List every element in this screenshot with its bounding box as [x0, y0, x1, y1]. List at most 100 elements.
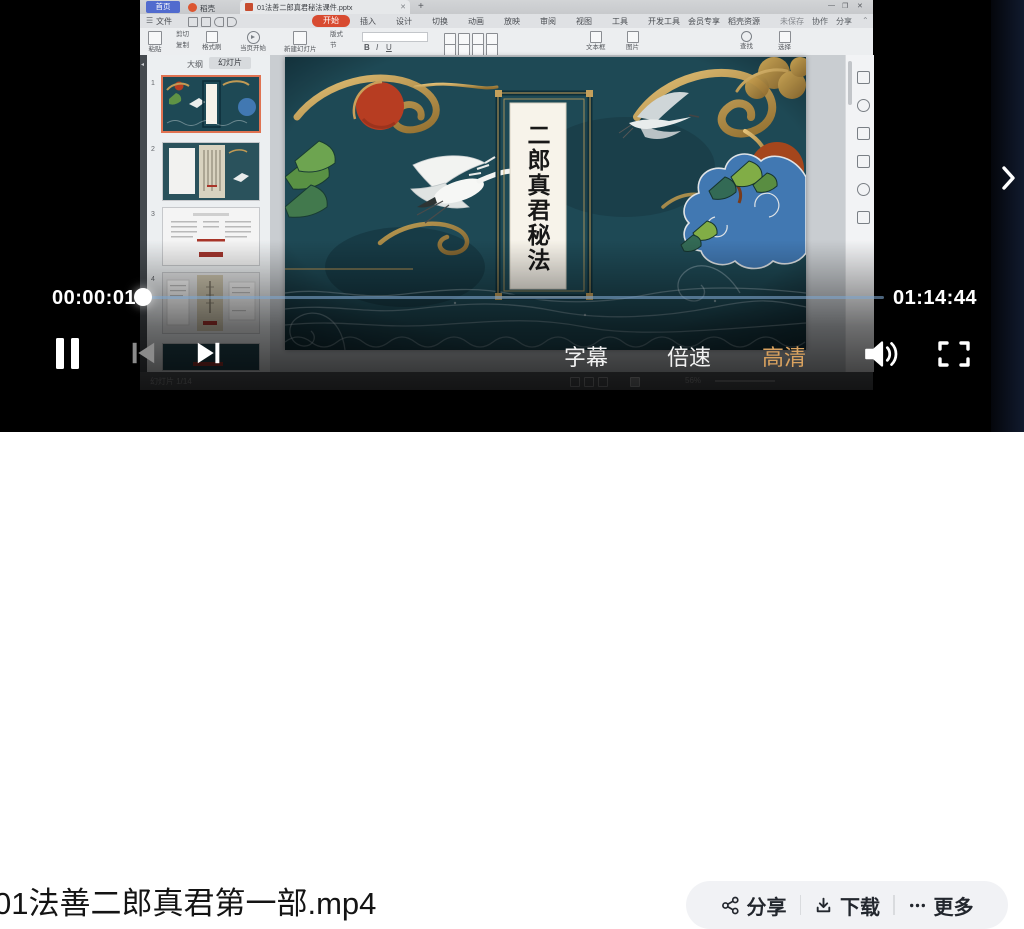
current-time: 00:00:01: [52, 287, 136, 310]
select-button: 选择: [778, 31, 791, 52]
menu-file: 文件: [156, 16, 172, 27]
playlist-drawer-toggle[interactable]: [991, 0, 1024, 432]
slide-vertical-title: 二郎真君秘法: [525, 123, 548, 293]
menu-tab-active: 开始: [312, 15, 350, 27]
slide-counter: 幻灯片 1/14: [150, 376, 192, 387]
total-time: 01:14:44: [893, 287, 977, 310]
more-button[interactable]: 更多: [908, 891, 974, 920]
new-tab-icon: +: [418, 1, 424, 12]
menu-tab-tools: 工具: [612, 16, 628, 27]
menu-tab-slideshow: 放映: [504, 16, 520, 27]
ribbon-collapse-icon: ⌃: [862, 16, 869, 25]
previous-button[interactable]: [127, 336, 161, 370]
paste-button: 粘贴: [148, 31, 162, 54]
video-title: 01法善二郎真君第一部.mp4: [0, 878, 376, 923]
main-slide: 二郎真君秘法: [285, 57, 806, 350]
new-slide-button: 新建幻灯片: [284, 31, 317, 54]
panel-collapse-strip: ◂: [140, 55, 147, 372]
zoom-slider: [715, 380, 775, 382]
subtitles-button[interactable]: 字幕: [564, 340, 608, 372]
panel-tool-icon-2: [857, 99, 870, 112]
slide-number-2: 2: [151, 146, 155, 153]
play-circle-icon: [247, 31, 260, 44]
copy-button: 复制: [176, 43, 189, 50]
brush-icon: [206, 31, 218, 43]
search-icon: [741, 31, 752, 42]
slide-thumbnail-4: [163, 273, 259, 333]
panel-tool-icon-3: [857, 127, 870, 140]
menu-tab-member: 会员专享: [688, 16, 720, 27]
share-icon: [721, 896, 740, 915]
more-icon: [908, 896, 927, 915]
volume-icon[interactable]: [862, 338, 900, 370]
docer-icon: [188, 3, 197, 12]
wps-doc-title: 01法善二郎真君秘法课件.pptx: [257, 3, 352, 13]
textbox-icon: [590, 31, 602, 43]
fullscreen-icon[interactable]: [933, 339, 975, 369]
clipboard-icon: [148, 31, 162, 45]
wps-menubar: ☰ 文件 开始 插入 设计 切换 动画 放映 审阅 视图 工具 开发工具 会员专…: [140, 14, 873, 28]
menu-tab-animation: 动画: [468, 16, 484, 27]
video-actions: 分享 下载 更多: [686, 881, 1008, 929]
video-player[interactable]: 首页 稻壳 01法善二郎真君秘法课件.pptx ✕ + — ❐ ✕ ☰ 文件 开…: [0, 0, 1024, 432]
bold-button: B: [364, 43, 370, 52]
wps-docer-label: 稻壳: [200, 3, 215, 14]
slide-number-1: 1: [151, 80, 155, 87]
save-icon: [188, 17, 198, 27]
format-painter-button: 格式刷: [202, 31, 222, 52]
wps-statusbar: 幻灯片 1/14 56%: [140, 372, 873, 390]
chevron-right-icon[interactable]: [1001, 164, 1017, 192]
panel-tool-icon-4: [857, 155, 870, 168]
window-minimize-icon: —: [828, 2, 835, 9]
panel-tab-outline: 大纲: [187, 59, 203, 70]
ppt-file-icon: [245, 3, 253, 11]
find-button: 查找: [740, 31, 753, 51]
menu-tab-devtools: 开发工具: [648, 16, 680, 27]
wps-home-button: 首页: [146, 1, 180, 13]
wps-ribbon: 粘贴 剪切 复制 格式刷 当页开始 新建幻灯片: [140, 28, 873, 56]
next-button[interactable]: [191, 336, 225, 370]
download-button[interactable]: 下载: [814, 891, 880, 920]
textbox-button: 文本框: [586, 31, 606, 52]
playback-speed-button[interactable]: 倍速: [667, 340, 711, 372]
tab-close-icon: ✕: [400, 3, 406, 11]
progress-handle[interactable]: [134, 288, 152, 306]
slide-thumbnail-1: [163, 77, 259, 131]
panel-tool-icon-1: [857, 71, 870, 84]
download-icon: [814, 896, 833, 915]
collab-button: 协作: [812, 16, 828, 27]
menu-tab-view: 视图: [576, 16, 592, 27]
quality-button[interactable]: 高清: [762, 340, 806, 372]
pause-button[interactable]: [56, 338, 79, 369]
wps-right-sidebar: [845, 55, 874, 372]
wps-tabbar: 首页 稻壳 01法善二郎真君秘法课件.pptx ✕ + — ❐ ✕: [140, 0, 873, 14]
menu-tab-review: 审阅: [540, 16, 556, 27]
zoom-level: 56%: [685, 376, 701, 385]
window-restore-icon: ❐: [842, 2, 848, 10]
italic-button: I: [376, 43, 378, 52]
slide-number-4: 4: [151, 276, 155, 283]
font-name-box: [362, 32, 428, 42]
menu-tab-docer-res: 稻壳资源: [728, 16, 760, 27]
slide-number-3: 3: [151, 211, 155, 218]
progress-bar[interactable]: [150, 296, 884, 299]
picture-button: 图片: [626, 31, 639, 52]
window-close-icon: ✕: [857, 2, 863, 10]
print-icon: [201, 17, 211, 27]
video-info-bar: 01法善二郎真君第一部.mp4 分享 下载 更多: [0, 432, 1024, 532]
play-from-current-button: 当页开始: [240, 31, 266, 53]
redo-icon: [227, 17, 237, 27]
section-button: 节: [330, 43, 337, 50]
slide-thumbnail-2: [163, 143, 259, 200]
panel-tab-slides: 幻灯片: [209, 57, 251, 69]
unsaved-status: 未保存: [780, 16, 804, 27]
underline-button: U: [386, 43, 392, 52]
menu-tab-insert: 插入: [360, 16, 376, 27]
new-slide-icon: [293, 31, 307, 45]
hamburger-icon: ☰: [146, 16, 153, 25]
share-button[interactable]: 分享: [721, 891, 787, 920]
undo-icon: [214, 17, 224, 27]
cursor-icon: [779, 31, 791, 43]
picture-icon: [627, 31, 639, 43]
sidebar-scrollbar: [848, 61, 852, 105]
